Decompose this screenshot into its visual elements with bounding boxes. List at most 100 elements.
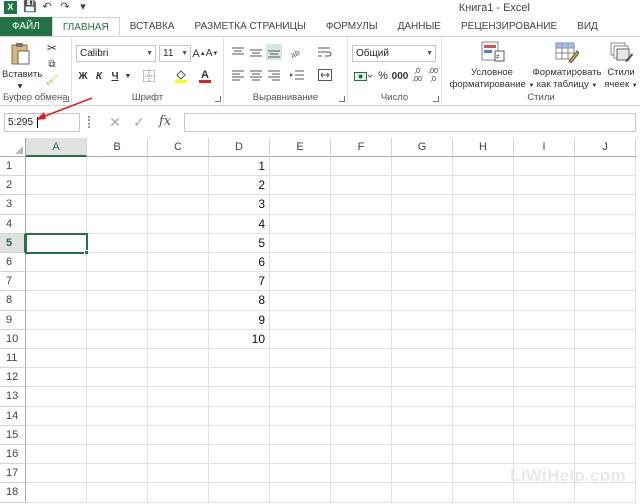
cell-B7[interactable] (87, 272, 148, 292)
column-header[interactable]: E (270, 138, 331, 157)
cut-icon[interactable]: ✂ (44, 41, 60, 55)
font-size-combo[interactable]: 11 ▼ (159, 45, 191, 62)
cell-J9[interactable] (575, 310, 636, 330)
number-launcher-icon[interactable] (433, 96, 439, 102)
cell-E3[interactable] (270, 195, 331, 215)
cell-I1[interactable] (514, 157, 575, 177)
borders-icon[interactable] (140, 68, 158, 84)
cell-F15[interactable] (331, 425, 392, 445)
column-header[interactable]: H (453, 138, 514, 157)
cell-G15[interactable] (392, 425, 453, 445)
cell-A2[interactable] (26, 176, 87, 196)
cell-H10[interactable] (453, 329, 514, 349)
cell-B9[interactable] (87, 310, 148, 330)
formula-bar-splitter[interactable] (88, 116, 91, 128)
format-as-table-button[interactable]: как таблицу ▼ (530, 79, 604, 92)
cell-H17[interactable] (453, 464, 514, 484)
align-center-icon[interactable] (248, 67, 264, 83)
cell-J3[interactable] (575, 195, 636, 215)
cell-A8[interactable] (26, 291, 87, 311)
cell-C17[interactable] (148, 464, 209, 484)
cell-H1[interactable] (453, 157, 514, 177)
cell-J13[interactable] (575, 387, 636, 407)
name-box[interactable]: 5:295 (4, 113, 80, 132)
cell-E12[interactable] (270, 368, 331, 388)
cell-F11[interactable] (331, 349, 392, 369)
cell-H4[interactable] (453, 214, 514, 234)
cell-G3[interactable] (392, 195, 453, 215)
currency-format-icon[interactable] (352, 68, 374, 84)
cell-styles-button[interactable]: ячеек ▼ (602, 79, 640, 92)
column-header[interactable]: J (575, 138, 636, 157)
cell-E16[interactable] (270, 445, 331, 465)
cell-J6[interactable] (575, 253, 636, 273)
cell-B2[interactable] (87, 176, 148, 196)
cell-A17[interactable] (26, 464, 87, 484)
column-header[interactable]: G (392, 138, 453, 157)
cell-F7[interactable] (331, 272, 392, 292)
cell-B12[interactable] (87, 368, 148, 388)
cell-F2[interactable] (331, 176, 392, 196)
decrease-decimal-icon[interactable]: ,00,0 (426, 66, 440, 86)
cell-F1[interactable] (331, 157, 392, 177)
cell-D4[interactable]: 4 (209, 214, 270, 234)
row-header[interactable]: 15 (0, 425, 26, 445)
cell-J4[interactable] (575, 214, 636, 234)
font-name-combo[interactable]: Calibri ▼ (76, 45, 156, 62)
cell-F16[interactable] (331, 445, 392, 465)
tab-file[interactable]: ФАЙЛ (0, 17, 52, 36)
cell-G17[interactable] (392, 464, 453, 484)
percent-style-icon[interactable]: % (376, 68, 390, 84)
indent-icon[interactable] (288, 67, 306, 83)
cell-D15[interactable] (209, 425, 270, 445)
cell-G11[interactable] (392, 349, 453, 369)
row-header[interactable]: 4 (0, 214, 26, 234)
cell-E6[interactable] (270, 253, 331, 273)
cell-C8[interactable] (148, 291, 209, 311)
cell-B13[interactable] (87, 387, 148, 407)
cell-B4[interactable] (87, 214, 148, 234)
row-header[interactable]: 17 (0, 464, 26, 484)
cell-D12[interactable] (209, 368, 270, 388)
row-header[interactable]: 1 (0, 157, 26, 177)
cell-G10[interactable] (392, 329, 453, 349)
cell-I16[interactable] (514, 445, 575, 465)
cell-J2[interactable] (575, 176, 636, 196)
cell-B8[interactable] (87, 291, 148, 311)
cell-I14[interactable] (514, 406, 575, 426)
cell-A11[interactable] (26, 349, 87, 369)
alignment-launcher-icon[interactable] (339, 96, 345, 102)
cell-D1[interactable]: 1 (209, 157, 270, 177)
number-format-combo[interactable]: Общий ▼ (352, 45, 436, 62)
row-header[interactable]: 8 (0, 291, 26, 311)
cell-A16[interactable] (26, 445, 87, 465)
column-header[interactable]: D (209, 138, 270, 157)
cell-H6[interactable] (453, 253, 514, 273)
font-color-icon[interactable]: A (196, 68, 214, 84)
cell-E15[interactable] (270, 425, 331, 445)
cell-E9[interactable] (270, 310, 331, 330)
tab-data[interactable]: ДАННЫЕ (388, 17, 451, 36)
cell-A3[interactable] (26, 195, 87, 215)
cell-E8[interactable] (270, 291, 331, 311)
cell-F9[interactable] (331, 310, 392, 330)
cell-H9[interactable] (453, 310, 514, 330)
cell-D8[interactable]: 8 (209, 291, 270, 311)
cell-D6[interactable]: 6 (209, 253, 270, 273)
align-bottom-icon[interactable] (266, 44, 282, 60)
cell-G7[interactable] (392, 272, 453, 292)
format-as-table-icon[interactable] (554, 40, 580, 64)
copy-icon[interactable]: ⧉ (44, 57, 60, 71)
tab-review[interactable]: РЕЦЕНЗИРОВАНИЕ (451, 17, 567, 36)
cell-I8[interactable] (514, 291, 575, 311)
cell-F17[interactable] (331, 464, 392, 484)
cell-J10[interactable] (575, 329, 636, 349)
cell-G6[interactable] (392, 253, 453, 273)
column-header[interactable]: A (26, 138, 87, 157)
cell-C18[interactable] (148, 483, 209, 503)
tab-formulas[interactable]: ФОРМУЛЫ (316, 17, 388, 36)
row-header[interactable]: 10 (0, 329, 26, 349)
cell-D13[interactable] (209, 387, 270, 407)
bold-button[interactable]: Ж (76, 68, 90, 84)
clipboard-launcher-icon[interactable] (63, 96, 69, 102)
